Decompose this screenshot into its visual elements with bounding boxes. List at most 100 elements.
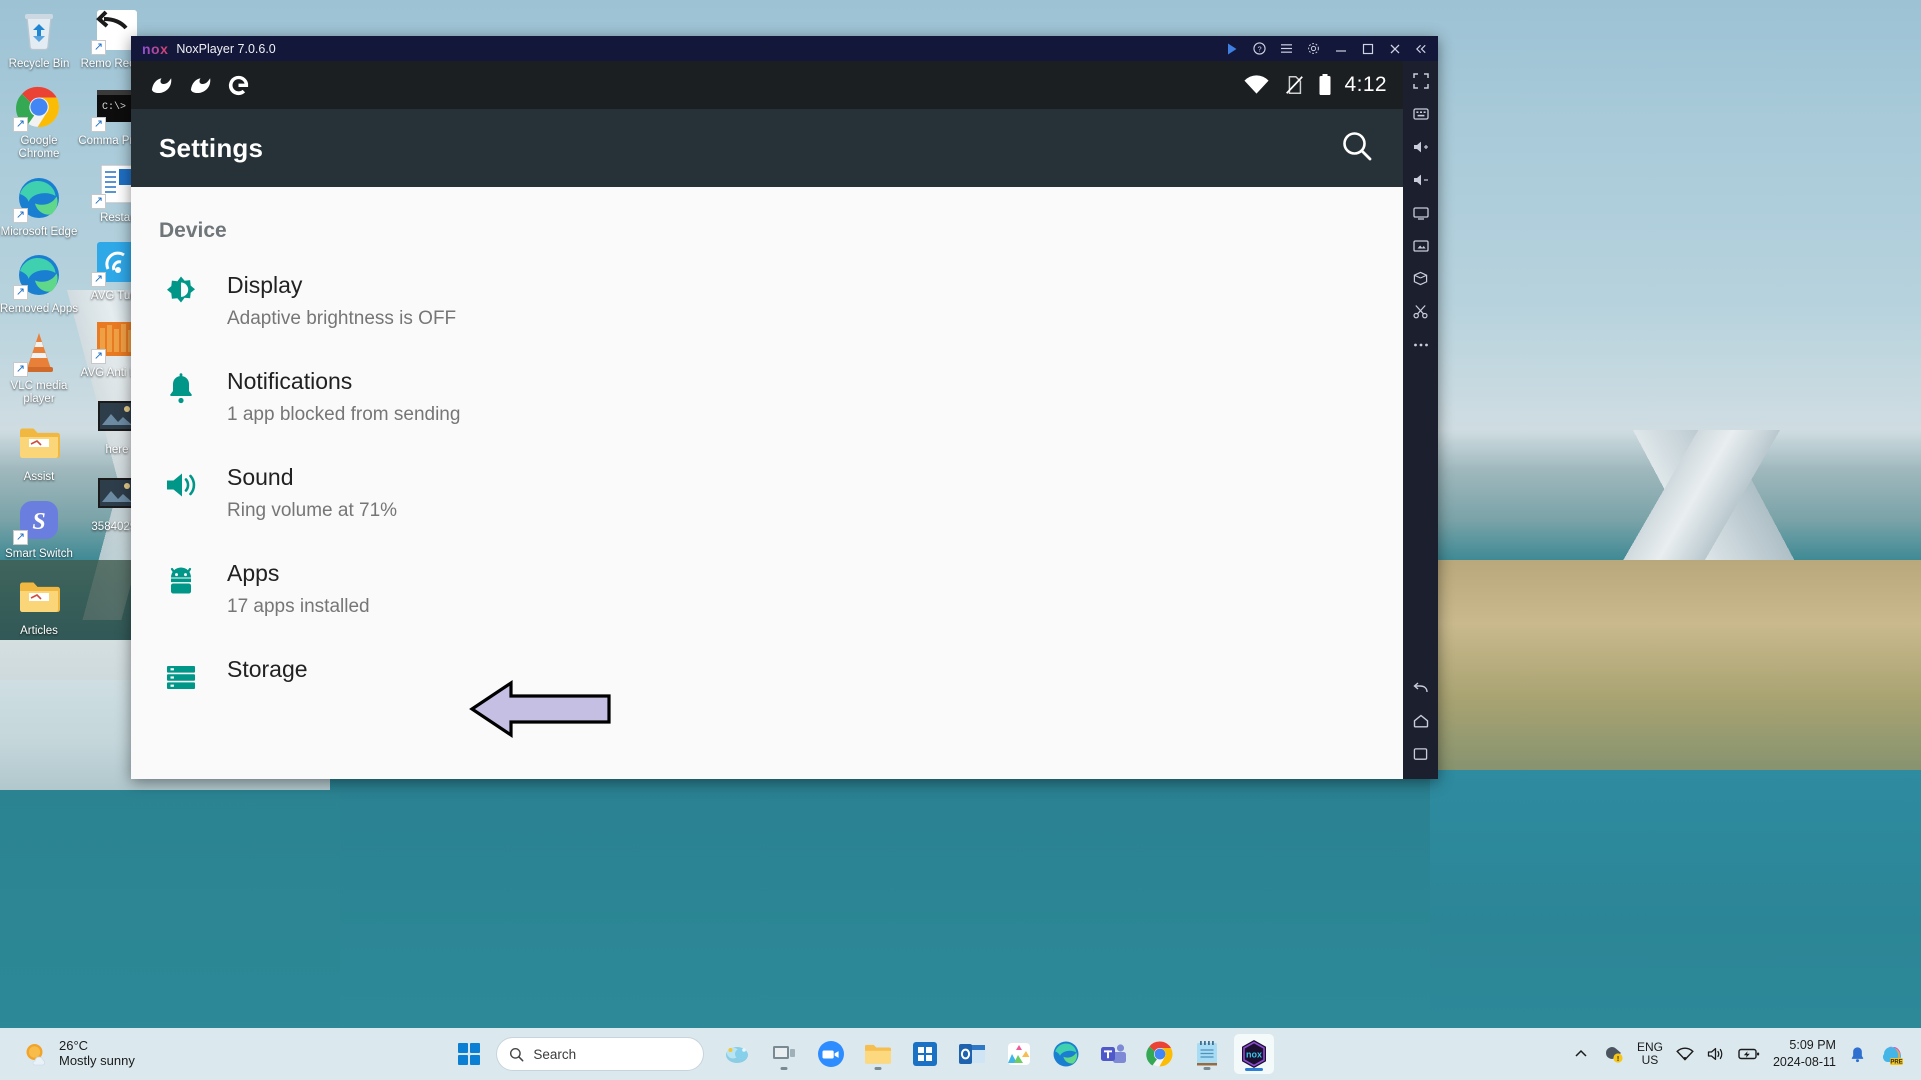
desktop-icon-recycle-bin[interactable]: Recycle Bin	[0, 6, 78, 71]
volume-icon[interactable]	[1707, 1046, 1725, 1062]
desktop-icon-column-1: Recycle Bin ↗ Google Chrome ↗ Microsoft Edge…	[0, 6, 78, 650]
folder-icon	[15, 419, 63, 467]
volume-down-button[interactable]	[1406, 166, 1436, 193]
desktop-icon-label: Google Chrome	[18, 135, 60, 161]
desktop-icon-google-chrome[interactable]: ↗ Google Chrome	[0, 83, 78, 161]
taskbar-noxplayer[interactable]: nox	[1234, 1034, 1275, 1074]
brightness-icon	[159, 271, 203, 315]
status-bar-clock: 4:12	[1344, 73, 1387, 96]
svg-text:!: !	[1617, 1056, 1619, 1063]
maximize-button[interactable]	[1355, 37, 1380, 60]
taskbar-microsoft-store[interactable]	[905, 1034, 945, 1074]
partly-sunny-icon	[26, 1044, 46, 1066]
taskbar-teams[interactable]	[1093, 1034, 1133, 1074]
home-button[interactable]	[1406, 707, 1436, 734]
desktop-icon-smart-switch[interactable]: S ↗ Smart Switch	[0, 496, 78, 561]
collapse-sidebar-button[interactable]	[1409, 37, 1434, 60]
settings-button[interactable]	[1301, 37, 1326, 60]
video-record-button[interactable]	[1406, 298, 1436, 325]
desktop-icon-removed-apps[interactable]: ↗ Removed Apps	[0, 251, 78, 316]
taskbar-edge[interactable]	[1046, 1034, 1086, 1074]
settings-row-subtitle: Adaptive brightness is OFF	[227, 307, 457, 329]
shortcut-overlay-icon: ↗	[91, 117, 106, 133]
shortcut-overlay-icon: ↗	[13, 207, 28, 223]
desktop-icon-microsoft-edge[interactable]: ↗ Microsoft Edge	[0, 174, 78, 239]
search-input[interactable]: Search	[496, 1037, 705, 1071]
back-button[interactable]	[1406, 674, 1436, 701]
taskbar-photos[interactable]	[999, 1034, 1039, 1074]
settings-row-display[interactable]: Display Adaptive brightness is OFF	[131, 243, 1403, 339]
settings-app-bar: Settings	[131, 109, 1403, 187]
taskbar-zoom[interactable]	[811, 1034, 851, 1074]
play-store-button[interactable]	[1220, 37, 1245, 60]
windows-taskbar: 26°C Mostly sunny Search nox ! ENG US 5:…	[0, 1028, 1921, 1080]
start-button[interactable]	[449, 1034, 489, 1074]
settings-row-title: Storage	[227, 656, 308, 682]
copilot-pre-icon[interactable]: PRE	[1879, 1042, 1905, 1066]
taskbar-chrome[interactable]	[1140, 1034, 1180, 1074]
svg-text:S: S	[32, 509, 45, 535]
settings-row-storage[interactable]: Storage	[131, 627, 1403, 723]
taskbar-center-group: Search nox	[449, 1034, 1275, 1074]
chrome-icon: ↗	[13, 83, 63, 133]
settings-row-title: Apps	[227, 560, 280, 586]
window-controls: ?	[1220, 37, 1434, 60]
taskbar-copilot-pin[interactable]	[717, 1034, 757, 1074]
shortcut-overlay-icon: ↗	[91, 348, 106, 364]
store-icon	[913, 1042, 938, 1066]
more-button[interactable]	[1406, 331, 1436, 358]
screenshot-button[interactable]	[1406, 232, 1436, 259]
desktop-icon-label: Recycle Bin	[8, 58, 70, 70]
chrome-icon	[1146, 1041, 1173, 1067]
battery-charging-icon[interactable]	[1738, 1047, 1760, 1061]
svg-text:?: ?	[1257, 45, 1261, 54]
taskbar-clock[interactable]: 5:09 PM 2024-08-11	[1773, 1037, 1836, 1071]
language-indicator[interactable]: ENG US	[1637, 1040, 1663, 1067]
nox-logo-icon: nox	[142, 40, 169, 57]
android-emulator-screen[interactable]: 4:12 Settings Device Display Adaptive br…	[131, 61, 1403, 779]
menu-button[interactable]	[1274, 37, 1299, 60]
recents-button[interactable]	[1406, 740, 1436, 767]
search-icon[interactable]	[1339, 128, 1375, 169]
outlook-icon	[959, 1044, 986, 1064]
show-hidden-icons-button[interactable]	[1573, 1048, 1589, 1060]
settings-row-apps[interactable]: Apps 17 apps installed	[131, 531, 1403, 627]
keyboard-mapping-button[interactable]	[1406, 100, 1436, 127]
settings-row-title: Display	[227, 272, 303, 298]
language-region: US	[1641, 1053, 1659, 1067]
taskbar-task-view[interactable]	[764, 1034, 804, 1074]
volume-up-button[interactable]	[1406, 133, 1436, 160]
folder-icon	[15, 573, 63, 621]
noxplayer-titlebar[interactable]: nox NoxPlayer 7.0.6.0 ?	[131, 36, 1438, 61]
window-title: NoxPlayer 7.0.6.0	[176, 41, 276, 56]
settings-row-notifications[interactable]: Notifications 1 app blocked from sending	[131, 339, 1403, 435]
help-button[interactable]: ?	[1247, 37, 1272, 60]
shortcut-overlay-icon: ↗	[13, 284, 28, 300]
desktop-icon-label: Articles	[20, 624, 58, 637]
edge-icon: ↗	[13, 174, 63, 223]
settings-row-sound[interactable]: Sound Ring volume at 71%	[131, 435, 1403, 531]
shortcut-overlay-icon: ↗	[91, 194, 106, 210]
taskbar-file-explorer[interactable]	[858, 1034, 898, 1074]
shortcut-overlay-icon: ↗	[91, 40, 106, 55]
avg-warning-icon[interactable]: !	[1602, 1044, 1624, 1064]
notification-bell-icon[interactable]	[1849, 1045, 1866, 1063]
notepad-icon	[1197, 1041, 1218, 1066]
apk-install-button[interactable]	[1406, 265, 1436, 292]
desktop-icon-vlc-media-player[interactable]: ↗ VLC media player	[0, 328, 78, 406]
weather-widget[interactable]: 26°C Mostly sunny	[0, 1038, 300, 1069]
taskbar-outlook[interactable]	[952, 1034, 992, 1074]
app-active-indicator	[1245, 1068, 1264, 1071]
screen-rotate-button[interactable]	[1406, 199, 1436, 226]
close-button[interactable]	[1382, 37, 1407, 60]
taskbar-notepad[interactable]	[1187, 1034, 1227, 1074]
settings-row-title: Notifications	[227, 368, 353, 394]
fullscreen-button[interactable]	[1406, 67, 1436, 94]
app-running-indicator	[780, 1067, 788, 1070]
nox-icon: nox	[1242, 1040, 1267, 1068]
wifi-icon[interactable]	[1676, 1047, 1694, 1062]
settings-list[interactable]: Device Display Adaptive brightness is OF…	[131, 187, 1403, 779]
desktop-icon-assist[interactable]: Assist	[0, 419, 78, 484]
minimize-button[interactable]	[1328, 37, 1353, 60]
desktop-icon-articles[interactable]: Articles	[0, 573, 78, 638]
